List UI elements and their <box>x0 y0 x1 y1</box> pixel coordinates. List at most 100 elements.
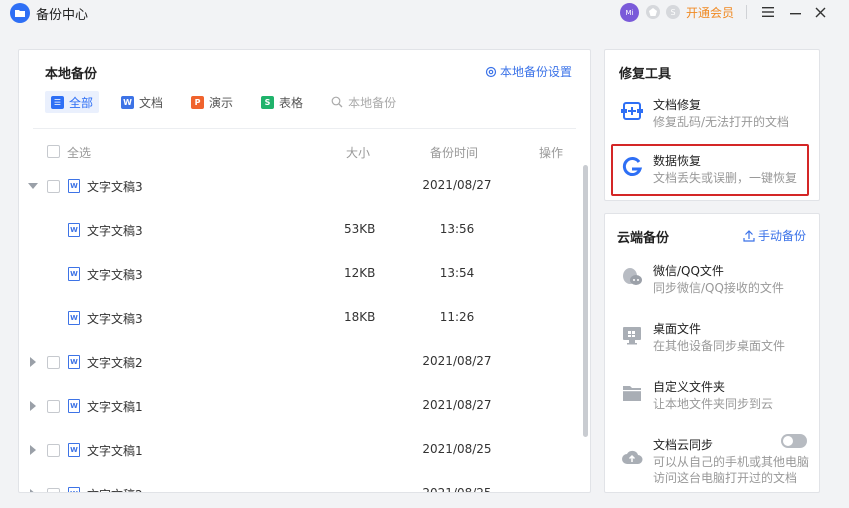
column-size: 大小 <box>346 146 371 160</box>
table-row[interactable]: W 文字文稿1 2021/08/27 <box>19 385 579 429</box>
folder-icon <box>623 386 641 401</box>
title-bar: 备份中心 Mi S 开通会员 <box>0 0 849 26</box>
local-backup-panel: 本地备份 本地备份设置 ☰ 全部 W 文档 P 演示 S 表格 本地备份 全选 … <box>18 49 591 493</box>
close-icon[interactable] <box>810 2 830 22</box>
settings-link-label: 本地备份设置 <box>500 65 573 79</box>
custom-folder-item[interactable]: 自定义文件夹 让本地文件夹同步到云 <box>605 372 821 422</box>
table-row[interactable]: W 文字文稿3 12KB 13:54 <box>19 253 579 297</box>
wechat-qq-files-item[interactable]: 微信/QQ文件 同步微信/QQ接收的文件 <box>605 256 821 306</box>
file-name: 文字文稿1 <box>87 444 143 458</box>
backup-time: 13:54 <box>439 266 475 280</box>
tab-all[interactable]: ☰ 全部 <box>45 91 100 113</box>
row-checkbox[interactable] <box>47 488 60 492</box>
manual-backup-label: 手动备份 <box>758 229 807 243</box>
document-repair-tool[interactable]: 文档修复 修复乱码/无法打开的文档 <box>605 90 821 140</box>
app-logo-icon <box>10 3 30 23</box>
file-size: 18KB <box>344 310 376 324</box>
minimize-icon[interactable] <box>785 2 805 22</box>
word-document-icon: W <box>68 179 80 193</box>
chat-icon <box>623 268 642 285</box>
expand-arrow-icon[interactable] <box>30 357 36 367</box>
file-size: 12KB <box>344 266 376 280</box>
user-avatar[interactable]: Mi <box>620 3 639 22</box>
cloud-backup-panel: 云端备份 手动备份 微信/QQ文件 同步微信/QQ接收的文件 桌面文件 在其他设… <box>604 213 820 493</box>
tab-presentations-label: 演示 <box>209 95 234 110</box>
word-document-icon: W <box>68 311 80 325</box>
document-repair-desc: 修复乱码/无法打开的文档 <box>653 115 790 129</box>
row-checkbox[interactable] <box>47 180 60 193</box>
tabs-divider <box>33 128 576 129</box>
file-size: 53KB <box>344 222 376 236</box>
open-vip-link[interactable]: 开通会员 <box>686 4 734 21</box>
backup-time: 2021/08/27 <box>422 178 492 192</box>
cloud-backup-title: 云端备份 <box>617 231 670 246</box>
table-row[interactable]: W 文字文稿2 2021/08/25 <box>19 473 579 493</box>
custom-folder-title: 自定义文件夹 <box>653 380 726 394</box>
spreadsheet-icon: S <box>261 95 275 109</box>
tab-spreadsheets-label: 表格 <box>279 95 304 110</box>
tab-spreadsheets[interactable]: S 表格 <box>255 91 309 113</box>
backup-time: 13:56 <box>439 222 475 236</box>
tab-presentations[interactable]: P 演示 <box>185 91 239 113</box>
word-icon: W <box>121 95 135 109</box>
presentation-icon: P <box>191 95 205 109</box>
repair-tools-title: 修复工具 <box>619 67 672 82</box>
word-document-icon: W <box>68 399 80 413</box>
tab-all-label: 全部 <box>69 95 94 110</box>
row-checkbox[interactable] <box>47 444 60 457</box>
cloud-upload-icon <box>622 450 643 464</box>
document-repair-icon <box>621 102 643 120</box>
backup-time: 11:26 <box>439 310 475 324</box>
expand-arrow-icon[interactable] <box>30 401 36 411</box>
word-document-icon: W <box>68 267 80 281</box>
select-all-checkbox[interactable] <box>47 145 60 158</box>
menu-icon[interactable] <box>758 2 778 22</box>
word-document-icon: W <box>68 443 80 457</box>
row-checkbox[interactable] <box>47 400 60 413</box>
upload-icon <box>743 229 755 242</box>
file-type-tabs: ☰ 全部 W 文档 P 演示 S 表格 本地备份 <box>45 91 418 113</box>
search-local-backup[interactable]: 本地备份 <box>325 91 402 113</box>
data-recovery-title: 数据恢复 <box>653 154 702 168</box>
cloud-sync-toggle[interactable] <box>781 434 807 448</box>
list-scrollbar[interactable] <box>583 165 588 437</box>
desktop-files-title: 桌面文件 <box>653 322 702 336</box>
file-name: 文字文稿3 <box>87 180 143 194</box>
svg-text:S: S <box>671 8 676 16</box>
custom-folder-desc: 让本地文件夹同步到云 <box>653 397 774 411</box>
row-checkbox[interactable] <box>47 356 60 369</box>
search-icon <box>331 96 343 108</box>
desktop-files-item[interactable]: 桌面文件 在其他设备同步桌面文件 <box>605 314 821 364</box>
document-cloud-sync-title: 文档云同步 <box>653 438 714 452</box>
member-badge-icon <box>646 5 660 19</box>
manual-backup-link[interactable]: 手动备份 <box>743 227 806 244</box>
column-operation: 操作 <box>539 146 564 160</box>
table-row[interactable]: W 文字文稿1 2021/08/25 <box>19 429 579 473</box>
tab-documents[interactable]: W 文档 <box>115 91 169 113</box>
table-row[interactable]: W 文字文稿3 18KB 11:26 <box>19 297 579 341</box>
wechat-qq-title: 微信/QQ文件 <box>653 264 724 278</box>
list-icon: ☰ <box>51 95 64 109</box>
select-all-label: 全选 <box>67 146 92 160</box>
collapse-arrow-icon[interactable] <box>28 183 38 189</box>
app-title: 备份中心 <box>36 8 89 23</box>
repair-tools-panel: 修复工具 文档修复 修复乱码/无法打开的文档 数据恢复 文档丢失或误删，一键恢复 <box>604 49 820 201</box>
file-name: 文字文稿3 <box>87 312 143 326</box>
search-placeholder: 本地备份 <box>348 95 397 110</box>
backup-time: 2021/08/25 <box>422 486 492 493</box>
local-backup-settings-link[interactable]: 本地备份设置 <box>485 63 572 80</box>
table-row[interactable]: W 文字文稿2 2021/08/27 <box>19 341 579 385</box>
data-recovery-tool[interactable]: 数据恢复 文档丢失或误删，一键恢复 <box>611 144 809 196</box>
backup-time: 2021/08/25 <box>422 442 492 456</box>
file-name: 文字文稿2 <box>87 486 143 492</box>
file-name: 文字文稿3 <box>87 224 143 238</box>
expand-arrow-icon[interactable] <box>30 489 36 492</box>
file-name: 文字文稿1 <box>87 400 143 414</box>
desktop-files-desc: 在其他设备同步桌面文件 <box>653 339 786 353</box>
wechat-qq-desc: 同步微信/QQ接收的文件 <box>653 281 784 295</box>
expand-arrow-icon[interactable] <box>30 445 36 455</box>
table-row[interactable]: W 文字文稿3 53KB 13:56 <box>19 209 579 253</box>
backup-time: 2021/08/27 <box>422 398 492 412</box>
table-row[interactable]: W 文字文稿3 2021/08/27 <box>19 165 579 209</box>
tab-documents-label: 文档 <box>139 95 164 110</box>
